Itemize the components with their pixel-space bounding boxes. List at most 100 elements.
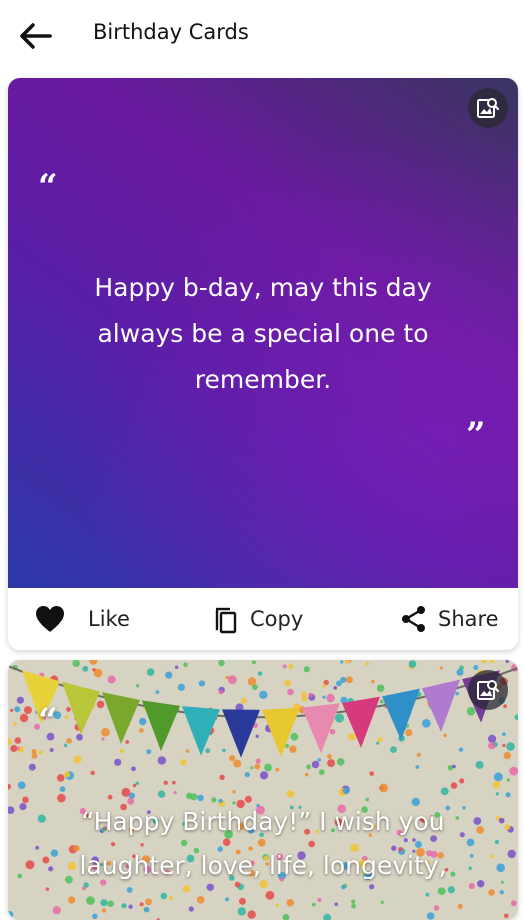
confetti-dot xyxy=(369,771,375,776)
confetti-dot xyxy=(290,732,299,741)
confetti-dot xyxy=(336,680,342,687)
confetti-dot xyxy=(286,899,294,907)
confetti-dot xyxy=(257,671,263,676)
confetti-dot xyxy=(241,697,247,704)
confetti-dot xyxy=(439,666,443,670)
confetti-dot xyxy=(311,902,316,907)
confetti-dot xyxy=(92,913,98,920)
confetti-dot xyxy=(56,774,65,782)
confetti-dot xyxy=(504,913,509,919)
confetti-dot xyxy=(171,780,176,785)
confetti-dot xyxy=(507,849,516,859)
confetti-dot xyxy=(107,794,113,800)
confetti-dot xyxy=(510,900,517,907)
copy-button[interactable]: Copy xyxy=(212,588,303,650)
confetti-dot xyxy=(311,760,320,769)
confetti-dot xyxy=(49,748,54,752)
confetti-dot xyxy=(286,790,295,798)
confetti-dot xyxy=(264,763,272,772)
confetti-dot xyxy=(121,787,131,797)
confetti-dot xyxy=(326,693,335,703)
confetti-dot xyxy=(135,781,140,786)
confetti-dot xyxy=(114,758,122,766)
confetti-dot xyxy=(76,733,83,741)
confetti-dot xyxy=(219,774,225,780)
confetti-dot xyxy=(308,692,313,698)
confetti-dot xyxy=(329,728,336,735)
confetti-dot xyxy=(459,665,464,670)
confetti-dot xyxy=(500,880,504,884)
copy-icon xyxy=(215,607,237,634)
confetti-dot xyxy=(322,684,326,688)
confetti-dot xyxy=(64,715,69,720)
copy-label: Copy xyxy=(250,607,304,631)
confetti-dot xyxy=(228,675,237,684)
confetti-dot xyxy=(135,684,140,688)
confetti-dot xyxy=(218,660,225,667)
confetti-dot xyxy=(335,713,344,723)
confetti-dot xyxy=(14,737,22,744)
confetti-dot xyxy=(180,759,187,766)
confetti-dot xyxy=(82,665,89,672)
confetti-dot xyxy=(259,690,268,699)
confetti-dot xyxy=(503,704,507,709)
back-button[interactable] xyxy=(16,18,56,54)
confetti-dot xyxy=(405,729,413,737)
confetti-dot xyxy=(173,791,177,795)
heart-icon xyxy=(36,606,64,632)
confetti-dot xyxy=(14,706,21,713)
confetti-dot xyxy=(499,890,504,895)
confetti-dot xyxy=(494,839,499,845)
confetti-dot xyxy=(59,786,66,792)
image-search-button[interactable] xyxy=(468,88,508,128)
confetti-dot xyxy=(260,771,269,780)
confetti-dot xyxy=(139,902,144,907)
confetti-dot xyxy=(225,897,229,902)
confetti-dot xyxy=(101,728,110,737)
confetti-dot xyxy=(415,765,420,769)
share-button[interactable]: Share xyxy=(400,588,499,650)
confetti-dot xyxy=(365,661,370,666)
confetti-dot xyxy=(205,748,211,754)
confetti-dot xyxy=(10,708,14,712)
confetti-dot xyxy=(22,796,29,804)
confetti-dot xyxy=(13,721,17,726)
confetti-dot xyxy=(509,766,518,776)
confetti-dot xyxy=(502,732,506,736)
confetti-dot xyxy=(437,887,446,895)
confetti-dot xyxy=(506,778,510,782)
confetti-dot xyxy=(390,746,397,753)
confetti-dot xyxy=(317,898,322,902)
confetti-dot xyxy=(452,764,456,769)
confetti-dot xyxy=(238,897,246,905)
confetti-dot xyxy=(376,684,385,692)
confetti-dot xyxy=(304,772,309,777)
confetti-dot xyxy=(229,755,236,762)
confetti-dot xyxy=(443,733,447,738)
confetti-dot xyxy=(493,772,503,782)
confetti-dot xyxy=(380,900,384,904)
quote-text-line-2: laughter, love, life, longevity, xyxy=(79,851,447,880)
confetti-dot xyxy=(408,660,417,668)
confetti-dot xyxy=(327,759,336,768)
confetti-dot xyxy=(282,664,287,669)
image-search-button[interactable] xyxy=(468,670,508,710)
like-button[interactable]: Like xyxy=(34,588,130,650)
quote-text: Happy b-day, may this day always be a sp… xyxy=(94,273,432,394)
confetti-dot xyxy=(284,679,292,687)
confetti-dot xyxy=(255,758,261,764)
confetti-dot xyxy=(288,663,294,669)
confetti-dot xyxy=(456,668,464,676)
confetti-dot xyxy=(347,733,356,741)
quote-card: “ Happy b-day, may this day always be a … xyxy=(8,78,518,650)
confetti-dot xyxy=(247,677,257,686)
confetti-dot xyxy=(222,748,226,753)
confetti-dot xyxy=(31,749,37,754)
confetti-dot xyxy=(185,749,190,753)
confetti-dot xyxy=(371,679,375,684)
confetti-dot xyxy=(496,863,506,872)
confetti-dot xyxy=(455,691,460,696)
confetti-dot xyxy=(426,912,435,920)
share-icon xyxy=(402,606,425,632)
confetti-dot xyxy=(475,760,484,769)
